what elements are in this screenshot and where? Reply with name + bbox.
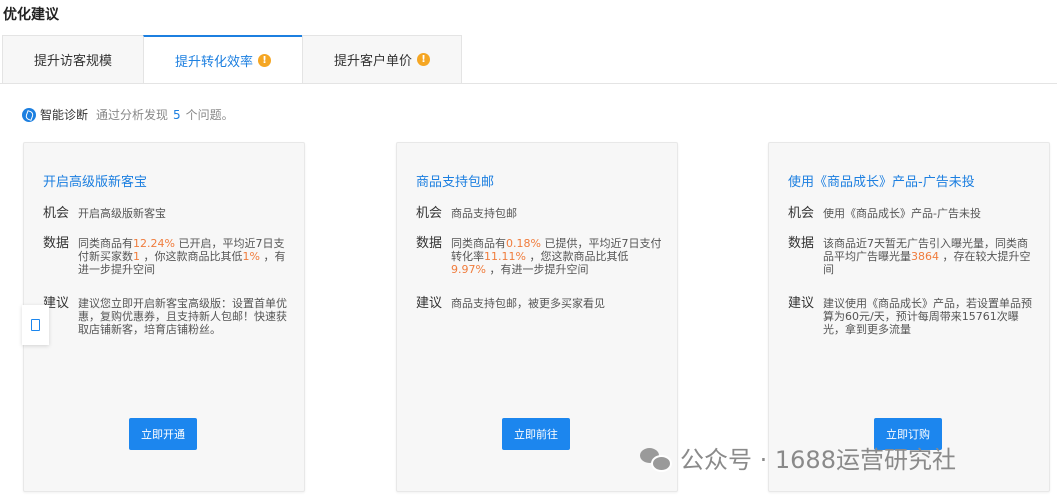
suggestion-label: 建议	[788, 296, 815, 311]
page-title: 优化建议	[3, 7, 59, 23]
suggestion-text: 商品支持包邮，被更多买家看见	[451, 297, 605, 310]
diagnosis-prefix: 通过分析发现	[96, 108, 169, 122]
data-text: 同类商品有0.18% 已提供，平均近7日支付转化率11.11% ，您这款商品比其…	[451, 237, 663, 276]
data-segment: ，有进一步提升空间	[485, 263, 589, 276]
suggestion-card: 商品支持包邮 机会 商品支持包邮 数据 同类商品有0.18% 已提供，平均近7日…	[396, 142, 678, 492]
opportunity-row: 机会 使用《商品成长》产品-广告未投	[788, 207, 1035, 221]
data-text: 同类商品有12.24% 已开启，平均近7日支付新买家数1 ，你这款商品比其低1%…	[78, 237, 290, 276]
data-segment: ，你这款商品比其低	[140, 250, 243, 263]
data-segment: 同类商品有	[451, 237, 506, 250]
opportunity-text: 使用《商品成长》产品-广告未投	[823, 207, 981, 220]
tab-bar: 提升访客规模 提升转化效率 ! 提升客户单价 !	[2, 35, 462, 84]
smart-diagnosis-icon	[22, 107, 36, 122]
suggestion-card: 开启高级版新客宝 机会 开启高级版新客宝 数据 同类商品有12.24% 已开启，…	[23, 142, 305, 492]
wechat-icon	[640, 446, 672, 472]
data-row: 数据 同类商品有12.24% 已开启，平均近7日支付新买家数1 ，你这款商品比其…	[43, 236, 290, 277]
warning-icon: !	[258, 53, 271, 67]
opportunity-label: 机会	[43, 206, 70, 221]
watermark-text: 公众号 · 1688运营研究社	[680, 446, 956, 474]
card-title[interactable]: 使用《商品成长》产品-广告未投	[788, 171, 975, 190]
tab-label: 提升访客规模	[33, 54, 112, 69]
suggestion-row: 建议 商品支持包邮，被更多买家看见	[416, 297, 663, 311]
floating-side-tab[interactable]	[22, 305, 49, 345]
highlight-value: 0.18%	[506, 237, 541, 250]
data-label: 数据	[43, 236, 70, 251]
tab-increase-order-value[interactable]: 提升客户单价 !	[302, 35, 462, 84]
opportunity-label: 机会	[788, 206, 815, 221]
data-label: 数据	[416, 236, 443, 251]
opportunity-text: 商品支持包邮	[451, 207, 517, 220]
tab-increase-conversion[interactable]: 提升转化效率 !	[143, 35, 302, 84]
activate-button[interactable]: 立即开通	[129, 418, 197, 450]
data-segment: ，您这款商品比其低	[525, 250, 629, 263]
diagnosis-label: 智能诊断	[40, 108, 89, 122]
document-icon	[31, 319, 40, 331]
watermark: 公众号 · 1688运营研究社	[640, 440, 956, 475]
opportunity-label: 机会	[416, 206, 443, 221]
highlight-value: 1	[133, 250, 140, 263]
tab-divider	[0, 83, 1057, 84]
opportunity-text: 开启高级版新客宝	[78, 207, 166, 220]
opportunity-row: 机会 开启高级版新客宝	[43, 207, 290, 221]
data-row: 数据 同类商品有0.18% 已提供，平均近7日支付转化率11.11% ，您这款商…	[416, 236, 663, 277]
data-segment: 同类商品有	[78, 237, 133, 250]
opportunity-row: 机会 商品支持包邮	[416, 207, 663, 221]
highlight-value: 12.24%	[133, 237, 175, 250]
warning-icon: !	[417, 53, 430, 66]
suggestion-text: 建议您立即开启新客宝高级版：设置首单优惠，复购优惠券，且支持新人包邮！快速获取店…	[78, 297, 287, 336]
card-title[interactable]: 开启高级版新客宝	[43, 171, 147, 190]
diagnosis-count: 5	[173, 107, 181, 122]
go-now-button[interactable]: 立即前往	[502, 418, 570, 450]
diagnosis-summary: 智能诊断 通过分析发现 5 个问题。	[22, 106, 234, 123]
tab-label: 提升客户单价	[333, 54, 412, 69]
suggestion-row: 建议 建议您立即开启新客宝高级版：设置首单优惠，复购优惠券，且支持新人包邮！快速…	[43, 297, 290, 337]
diagnosis-suffix: 个问题。	[185, 108, 234, 122]
suggestion-row: 建议 建议使用《商品成长》产品，若设置单品预算为60元/天，预计每周带来1576…	[788, 296, 1035, 337]
highlight-value: 1%	[242, 250, 260, 263]
suggestion-label: 建议	[416, 296, 443, 311]
card-title[interactable]: 商品支持包邮	[416, 171, 494, 190]
data-text: 该商品近7天暂无广告引入曝光量，同类商品平均广告曝光量3864 ，存在较大提升空…	[823, 237, 1035, 276]
highlight-value: 9.97%	[451, 263, 486, 276]
suggestion-text: 建议使用《商品成长》产品，若设置单品预算为60元/天，预计每周带来15761次曝…	[823, 297, 1032, 336]
data-label: 数据	[788, 236, 815, 251]
highlight-value: 3864	[911, 250, 939, 263]
highlight-value: 11.11%	[484, 250, 526, 263]
tab-increase-visitors[interactable]: 提升访客规模	[2, 35, 143, 84]
tab-label: 提升转化效率	[174, 54, 253, 70]
data-row: 数据 该商品近7天暂无广告引入曝光量，同类商品平均广告曝光量3864 ，存在较大…	[788, 236, 1035, 277]
